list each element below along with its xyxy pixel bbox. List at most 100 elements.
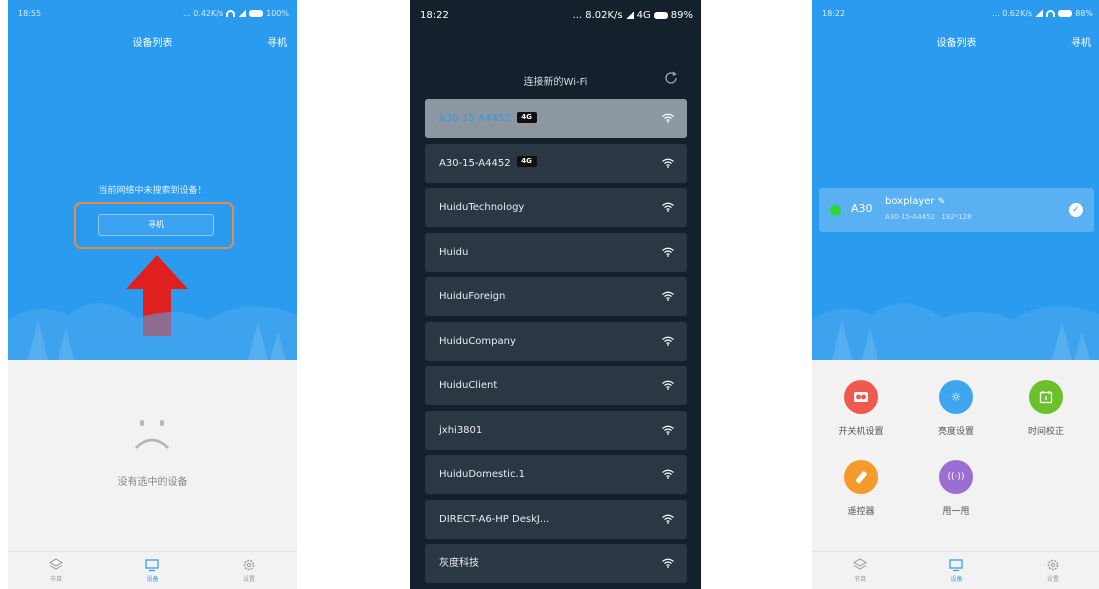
- wifi-network-item[interactable]: A30-15-A4452 4G: [425, 99, 687, 138]
- wifi-ssid-text: HuiduClient: [439, 380, 498, 391]
- selected-check-icon: ✓: [1069, 203, 1083, 217]
- layers-icon: [49, 558, 64, 570]
- wifi-network-item[interactable]: 灰度科技: [425, 544, 687, 583]
- tab-label: 节目: [854, 576, 867, 583]
- search-device-link[interactable]: 寻机: [267, 34, 287, 49]
- wifi-network-item[interactable]: HuiduTechnology: [425, 188, 687, 227]
- hills-background-icon: [812, 303, 1099, 360]
- refresh-icon[interactable]: [663, 70, 679, 86]
- search-button-highlight: 寻机: [74, 202, 234, 249]
- tab-label: 节目: [50, 576, 63, 583]
- tab-programs[interactable]: 节目: [8, 552, 104, 589]
- device-id: A30-15-A4452: [885, 213, 936, 221]
- wifi-signal-icon: [662, 380, 674, 390]
- network-speed: ... 0.62K/s: [992, 9, 1033, 18]
- wifi-network-list: A30-15-A4452 4G A30-15-A4452 4G HuiduTechnol…: [425, 99, 687, 589]
- device-resolution: 192*128: [941, 213, 972, 221]
- monitor-icon: [949, 559, 964, 572]
- tab-label: 设备: [950, 576, 963, 583]
- power-schedule-button[interactable]: 开关机设置: [821, 380, 901, 437]
- header-area: 18:22 ... 0.62K/s 88% 设备列表 寻机 A30 boxpla…: [812, 0, 1099, 360]
- function-label: 甩一甩: [942, 507, 970, 517]
- wifi-ssid-text: jxhi3801: [439, 424, 483, 436]
- remote-control-button[interactable]: 遥控器: [821, 460, 901, 517]
- tab-settings[interactable]: 设置: [201, 552, 297, 589]
- status-time: 18:22: [822, 9, 846, 18]
- cell-signal-icon: [625, 12, 634, 19]
- wifi-signal-icon: [662, 158, 674, 168]
- battery-icon: [249, 10, 264, 17]
- wifi-signal-icon: [662, 514, 674, 524]
- wifi-ssid: HuiduForeign: [439, 277, 505, 316]
- wifi-ssid-text: A30-15-A4452: [439, 113, 511, 124]
- wifi-network-item[interactable]: HuiduClient: [425, 366, 687, 405]
- network-type-badge: 4G: [516, 111, 537, 123]
- wifi-ssid-text: HuiduTechnology: [439, 202, 525, 213]
- device-name: boxplayer: [885, 196, 935, 207]
- tab-devices[interactable]: 设备: [104, 552, 200, 589]
- brightness-button[interactable]: ☼ 亮度设置: [916, 380, 996, 437]
- wifi-signal-icon: [662, 113, 674, 123]
- search-device-button[interactable]: 寻机: [98, 214, 214, 236]
- device-detail-area: 没有选中的设备: [8, 360, 297, 552]
- wifi-ssid: DIRECT-A6-HP DeskJ...: [439, 500, 549, 539]
- monitor-icon: [145, 559, 160, 572]
- tab-label: 设置: [1046, 576, 1059, 583]
- function-label: 遥控器: [847, 507, 875, 517]
- function-label: 亮度设置: [937, 427, 974, 437]
- search-device-link[interactable]: 寻机: [1071, 34, 1091, 49]
- wifi-signal-icon: [662, 291, 674, 301]
- wifi-ssid: 灰度科技: [439, 544, 479, 583]
- no-device-found-message: 当前网络中未搜索到设备！: [98, 186, 207, 196]
- wifi-network-item[interactable]: HuiduCompany: [425, 321, 687, 361]
- wifi-network-item[interactable]: HuiduDomestic.1: [425, 455, 687, 494]
- shake-button[interactable]: ((·)) 甩一甩: [916, 460, 996, 517]
- tab-settings[interactable]: 设置: [1005, 552, 1099, 589]
- bottom-tab-bar: 节目 设备 设置: [812, 551, 1099, 589]
- phone-screen-wifi-list: 18:22 ... 8.02K/s 4G 89% 连接新的Wi-Fi A30-1…: [410, 0, 701, 589]
- tab-programs[interactable]: 节目: [812, 552, 908, 589]
- tab-devices[interactable]: 设备: [908, 552, 1004, 589]
- wifi-ssid: A30-15-A4452 4G: [439, 144, 537, 183]
- wifi-ssid: HuiduCompany: [439, 322, 516, 361]
- page-title: 连接新的Wi-Fi: [523, 77, 588, 88]
- wifi-signal-icon: [662, 469, 674, 479]
- wifi-network-item[interactable]: DIRECT-A6-HP DeskJ...: [425, 499, 687, 539]
- wifi-ssid: HuiduDomestic.1: [439, 455, 525, 494]
- wifi-ssid: A30-15-A4452 4G: [439, 99, 537, 138]
- device-card[interactable]: A30 boxplayer ✎ A30-15-A4452 192*128 ✓: [819, 188, 1094, 232]
- wifi-network-item[interactable]: HuiduForeign: [425, 277, 687, 316]
- brightness-icon: ☼: [939, 380, 973, 414]
- tab-label: 设备: [146, 576, 159, 583]
- battery-level: 100%: [266, 9, 289, 18]
- bottom-tab-bar: 节目 设备 设置: [8, 551, 297, 589]
- wifi-network-item[interactable]: A30-15-A4452 4G: [425, 143, 687, 183]
- edit-pencil-icon[interactable]: ✎: [938, 197, 946, 207]
- hills-background-icon: [8, 303, 297, 360]
- shake-icon: ((·)): [939, 460, 973, 494]
- function-label: 开关机设置: [838, 427, 884, 437]
- wifi-ssid-text: HuiduDomestic.1: [439, 469, 525, 480]
- time-sync-button[interactable]: 时间校正: [1006, 380, 1086, 437]
- header-area: 18:55 ... 0.42K/s 100% 设备列表 寻机 当前网络中未搜索到…: [8, 0, 297, 360]
- power-switch-icon: [844, 380, 878, 414]
- wifi-ssid-text: A30-15-A4452: [439, 157, 511, 169]
- page-title: 设备列表: [132, 38, 173, 49]
- wifi-signal-icon: [226, 10, 236, 17]
- status-bar: 18:22 ... 8.02K/s 4G 89%: [420, 10, 693, 22]
- wifi-signal-icon: [662, 202, 674, 212]
- gear-icon: [243, 559, 255, 571]
- network-speed: ... 8.02K/s: [572, 10, 623, 21]
- battery-icon: [1058, 10, 1073, 17]
- status-bar: 18:22 ... 0.62K/s 88%: [822, 9, 1093, 21]
- cell-signal-icon: [238, 10, 247, 17]
- network-type-badge: 4G: [516, 156, 537, 167]
- wifi-signal-icon: [662, 425, 674, 435]
- wifi-signal-icon: [662, 336, 674, 346]
- status-bar: 18:55 ... 0.42K/s 100%: [18, 9, 289, 21]
- wifi-signal-icon: [662, 558, 674, 568]
- wifi-ssid-text: HuiduCompany: [439, 335, 516, 347]
- wifi-network-item[interactable]: Huidu: [425, 232, 687, 272]
- wifi-network-item[interactable]: jxhi3801: [425, 410, 687, 450]
- device-model: A30: [851, 202, 873, 215]
